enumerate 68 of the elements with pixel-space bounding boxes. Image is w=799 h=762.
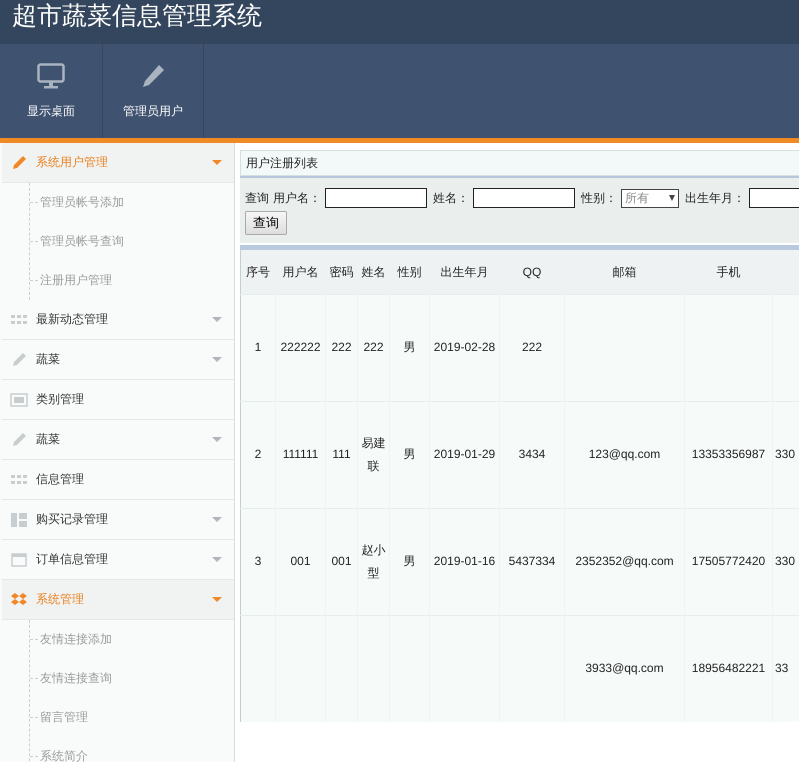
- table-cell: 易建联: [362, 436, 386, 472]
- table-cell: 222: [331, 340, 352, 354]
- table-cell: 330: [775, 554, 796, 568]
- caret-icon: [212, 557, 222, 562]
- caret-icon: [212, 597, 222, 602]
- input-field[interactable]: [473, 188, 575, 208]
- table-cell: 男: [404, 447, 416, 462]
- table-cell: 2019-01-16: [434, 554, 496, 568]
- caret-icon: [669, 195, 675, 201]
- sidebar-menu-item[interactable]: 蔬菜: [2, 340, 234, 380]
- field-label: 出生年月：: [685, 190, 745, 206]
- sidebar-menu-item[interactable]: 蔬菜: [2, 420, 234, 460]
- search-label: 查询: [245, 190, 269, 206]
- table-cell: 111111: [282, 447, 318, 462]
- caret-icon: [212, 317, 222, 322]
- table-cell: 330: [775, 447, 796, 462]
- table-cell: 111: [332, 447, 351, 462]
- table-cell: 33: [775, 661, 788, 676]
- table-cell: 2019-01-29: [434, 447, 496, 462]
- table-cell: 2: [254, 447, 262, 462]
- table-cell: 1: [254, 340, 262, 354]
- table-cell: 001: [290, 554, 311, 568]
- select-field[interactable]: 所有: [621, 188, 679, 208]
- table-cell: 123@qq.com: [588, 447, 660, 462]
- app-title: 超市蔬菜信息管理系统: [12, 1, 262, 32]
- picture-frame-icon: [10, 392, 28, 406]
- table-cell: 3933@qq.com: [585, 661, 664, 676]
- table-cell: 222: [522, 340, 542, 354]
- field-label: 用户名：: [273, 190, 321, 206]
- grid-icon: [11, 474, 27, 484]
- pencil-icon: [140, 62, 166, 88]
- table-cell: 5437334: [508, 554, 556, 568]
- table-cell: 2019-02-28: [434, 340, 496, 354]
- table-cell: 3: [254, 554, 262, 568]
- blocks-icon: [11, 512, 27, 526]
- pencil-icon: [11, 432, 27, 448]
- table-cell: 18956482221: [692, 661, 766, 676]
- table-cell: 2352352@qq.com: [575, 554, 674, 568]
- sidebar-menu-item[interactable]: 类别管理: [2, 380, 234, 420]
- monitor-icon: [37, 62, 65, 88]
- caret-icon: [212, 357, 222, 362]
- pencil-icon: [11, 352, 27, 368]
- sidebar-menu-item[interactable]: 购买记录管理: [2, 500, 234, 540]
- table-cell: 001: [331, 554, 352, 568]
- table-cell: 17505772420: [692, 554, 766, 568]
- table-cell: 3434: [518, 447, 546, 462]
- panel-title: 用户注册列表: [246, 154, 318, 172]
- field-label: 姓名：: [433, 190, 469, 206]
- table-cell: 男: [404, 340, 416, 354]
- sidebar-menu-item[interactable]: 信息管理: [2, 460, 234, 500]
- sidebar-menu-item[interactable]: 最新动态管理: [2, 300, 234, 340]
- grid-icon: [11, 314, 27, 324]
- pencil-icon: [11, 154, 27, 170]
- table-cell: 男: [404, 554, 416, 568]
- toolbar-button[interactable]: 管理员用户: [103, 44, 204, 138]
- caret-icon: [212, 437, 222, 442]
- caret-icon: [212, 517, 222, 522]
- caret-icon: [212, 160, 222, 165]
- input-field[interactable]: [325, 188, 427, 208]
- table-cell: 222222: [280, 340, 321, 354]
- table-cell: 13353356987: [692, 447, 766, 462]
- field-label: 性别：: [581, 190, 617, 206]
- table-cell: 222: [363, 340, 384, 354]
- search-button[interactable]: 查询: [245, 211, 287, 235]
- table-cell: 赵小型: [362, 542, 386, 580]
- box-icon: [11, 592, 27, 606]
- calendar-icon: [11, 552, 27, 567]
- toolbar-button[interactable]: 显示桌面: [0, 44, 103, 138]
